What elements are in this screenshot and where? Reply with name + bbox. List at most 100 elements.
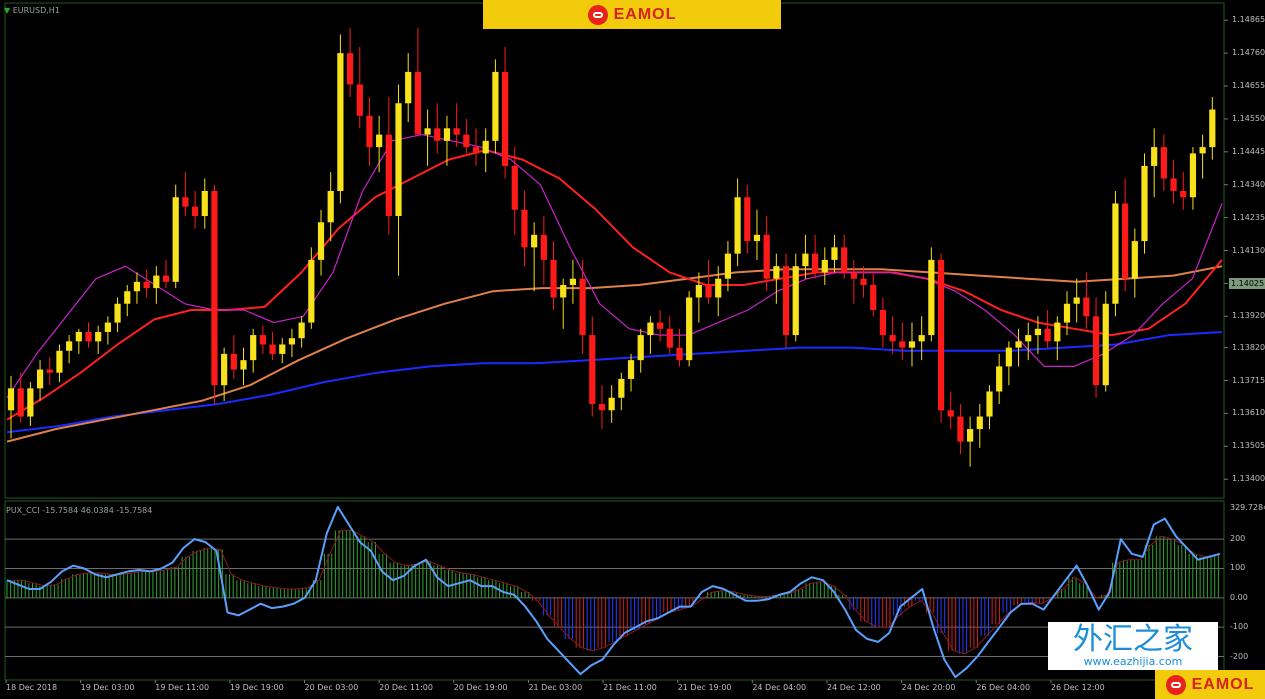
time-tick-label: 21 Dec 19:00: [677, 683, 732, 692]
candle-body: [346, 53, 354, 85]
candle-body: [191, 206, 199, 217]
candle-body: [7, 388, 15, 411]
collapse-arrow-icon[interactable]: ▼: [4, 6, 10, 15]
price-tick-label: 1.13820: [1232, 342, 1265, 352]
candle-body: [317, 222, 325, 260]
candle-body: [967, 429, 974, 442]
candle-body: [792, 266, 799, 336]
candle-body: [1005, 347, 1012, 367]
candle-body: [1073, 297, 1080, 304]
candle-body: [996, 366, 1003, 392]
time-tick-label: 24 Dec 12:00: [826, 683, 881, 692]
time-tick-label: 20 Dec 03:00: [304, 683, 359, 692]
candle-body: [250, 335, 257, 361]
candle-body: [405, 71, 412, 104]
time-tick-label: 21 Dec 03:00: [528, 683, 583, 692]
candle-body: [579, 278, 586, 336]
candle-body: [162, 275, 170, 282]
candle-body: [385, 134, 392, 217]
candle-body: [521, 209, 528, 248]
candle-body: [259, 335, 266, 345]
candle-body: [337, 53, 344, 191]
price-tick-label: 1.14445: [1232, 146, 1265, 156]
candle-body: [695, 284, 702, 298]
candle-body: [550, 259, 557, 298]
candle-body: [1189, 153, 1197, 198]
ma-orange-line: [6, 265, 1223, 443]
candle-body: [618, 378, 625, 398]
main-chart-title: ▼ EURUSD,H1: [4, 6, 60, 15]
candle-body: [782, 266, 790, 336]
candle-body: [492, 71, 499, 141]
candle-body: [463, 134, 470, 148]
time-tick-label: 20 Dec 19:00: [453, 683, 508, 692]
candle-body: [705, 284, 712, 298]
candle-body: [308, 259, 315, 323]
candle-body: [608, 397, 615, 411]
candle-body: [773, 266, 780, 279]
candle-body: [1209, 109, 1216, 148]
candle-body: [114, 303, 121, 323]
price-tick-label: 1.13715: [1232, 375, 1265, 385]
candle-body: [1025, 335, 1032, 342]
candle-body: [831, 247, 838, 260]
candle-body: [841, 247, 848, 273]
candle-body: [182, 197, 189, 207]
ma-blue-line: [6, 331, 1223, 434]
candle-body: [453, 128, 460, 135]
candle-body: [879, 310, 887, 336]
cci-panel-border: [4, 500, 1225, 681]
candle-body: [1122, 203, 1129, 279]
candles: [7, 28, 1216, 467]
candle-body: [27, 388, 34, 417]
candle-body: [75, 331, 82, 342]
candle-body: [637, 335, 644, 361]
candle-body: [211, 190, 218, 386]
time-tick-label: 19 Dec 19:00: [229, 683, 284, 692]
candle-body: [95, 331, 102, 342]
candle-body: [598, 404, 606, 411]
chart-canvas[interactable]: [0, 0, 1265, 699]
price-tick-label: 1.14865: [1232, 15, 1265, 25]
candle-body: [143, 281, 150, 289]
price-tick-label: 1.14550: [1232, 113, 1265, 123]
candle-body: [66, 341, 73, 351]
candle-body: [821, 259, 828, 273]
candle-body: [734, 197, 741, 254]
candle-body: [472, 147, 480, 154]
candle-body: [753, 234, 761, 242]
candle-body: [1199, 147, 1206, 154]
candle-body: [424, 128, 431, 135]
candle-body: [1141, 165, 1148, 242]
candle-body: [947, 410, 954, 417]
candle-body: [889, 335, 896, 342]
candle-body: [279, 344, 286, 354]
time-tick-label: 19 Dec 03:00: [80, 683, 135, 692]
price-tick-label: 1.14130: [1232, 245, 1265, 255]
candle-body: [56, 350, 63, 373]
candle-body: [627, 360, 635, 379]
eamol-logo-icon: [587, 4, 608, 25]
candle-body: [501, 71, 509, 166]
price-tick-label: 1.13505: [1232, 441, 1265, 451]
candle-body: [802, 253, 809, 267]
candle-body: [812, 253, 819, 273]
price-tick-label: 1.14340: [1232, 179, 1265, 189]
candle-body: [589, 335, 596, 405]
eamol-logo-text: EAMOL: [613, 5, 677, 23]
candle-body: [1015, 341, 1022, 348]
watermark-url: www.eazhijia.com: [1083, 655, 1183, 668]
cci-tick-label: -200: [1230, 651, 1249, 661]
moving-averages: [6, 134, 1223, 443]
candle-body: [540, 234, 547, 260]
candle-body: [1131, 241, 1138, 279]
time-tick-label: 24 Dec 20:00: [901, 683, 956, 692]
candle-body: [918, 335, 925, 342]
candle-body: [744, 197, 751, 242]
candle-body: [724, 253, 732, 279]
cci-tick-label: -100: [1230, 622, 1249, 632]
price-tick-label: 1.14655: [1232, 81, 1265, 91]
candle-body: [1063, 303, 1071, 323]
eamol-logo-icon: [1165, 674, 1186, 695]
candle-body: [230, 353, 237, 370]
